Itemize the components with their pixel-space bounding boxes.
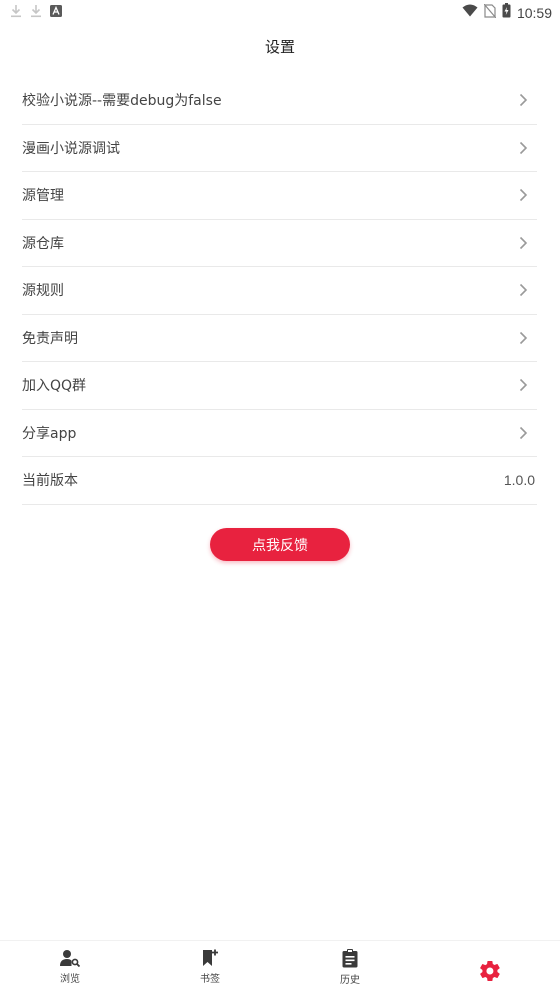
settings-item-comic-debug[interactable]: 漫画小说源调试	[22, 125, 537, 172]
settings-item-source-repo[interactable]: 源仓库	[22, 220, 537, 267]
battery-icon	[502, 3, 511, 22]
status-bar-right: 10:59	[462, 3, 552, 22]
download-icon	[30, 4, 42, 18]
settings-item-version: 当前版本 1.0.0	[22, 457, 537, 505]
chevron-right-icon	[515, 92, 531, 108]
wifi-icon	[462, 4, 478, 21]
tab-label: 浏览	[60, 974, 80, 985]
settings-item-label: 当前版本	[22, 473, 78, 490]
download-icon	[10, 4, 22, 18]
settings-item-disclaimer[interactable]: 免责声明	[22, 315, 537, 362]
settings-item-share-app[interactable]: 分享app	[22, 410, 537, 457]
settings-item-join-qq[interactable]: 加入QQ群	[22, 362, 537, 410]
tab-bookmarks[interactable]: 书签	[170, 949, 250, 985]
chevron-right-icon	[515, 330, 531, 346]
version-value: 1.0.0	[503, 472, 535, 489]
settings-item-source-rules[interactable]: 源规则	[22, 267, 537, 315]
a-icon	[50, 4, 62, 18]
settings-item-label: 分享app	[22, 425, 77, 442]
settings-item-label: 源仓库	[22, 235, 64, 252]
tab-history[interactable]: 历史	[310, 949, 390, 986]
settings-item-verify-source[interactable]: 校验小说源--需要debug为false	[22, 77, 537, 125]
clipboard-icon	[342, 949, 358, 968]
status-bar: 10:59	[0, 0, 560, 24]
settings-item-label: 校验小说源--需要debug为false	[22, 93, 222, 110]
no-sim-icon	[483, 3, 497, 22]
bottom-nav: 浏览 书签 历史	[0, 940, 560, 999]
tab-settings[interactable]	[450, 959, 530, 983]
tab-browse[interactable]: 浏览	[30, 949, 110, 985]
settings-item-source-manage[interactable]: 源管理	[22, 172, 537, 220]
settings-item-label: 漫画小说源调试	[22, 140, 120, 157]
chevron-right-icon	[515, 425, 531, 441]
tab-label: 书签	[200, 974, 220, 985]
gear-icon	[478, 959, 502, 983]
chevron-right-icon	[515, 282, 531, 298]
title-bar: 设置	[0, 24, 560, 68]
chevron-right-icon	[515, 140, 531, 156]
settings-list: 校验小说源--需要debug为false 漫画小说源调试 源管理 源仓库 源规则…	[22, 77, 537, 505]
chevron-right-icon	[515, 235, 531, 251]
page-title: 设置	[264, 37, 295, 56]
chevron-right-icon	[515, 187, 531, 203]
feedback-button[interactable]: 点我反馈	[210, 528, 350, 561]
status-time: 10:59	[516, 4, 552, 21]
settings-item-label: 加入QQ群	[22, 378, 87, 395]
settings-item-label: 源管理	[22, 188, 64, 205]
settings-item-label: 源规则	[22, 283, 64, 300]
bookmark-add-icon	[201, 949, 219, 967]
tab-label: 历史	[340, 975, 360, 986]
status-bar-left	[10, 4, 62, 18]
chevron-right-icon	[515, 377, 531, 393]
settings-item-label: 免责声明	[22, 330, 78, 347]
person-search-icon	[60, 949, 80, 967]
